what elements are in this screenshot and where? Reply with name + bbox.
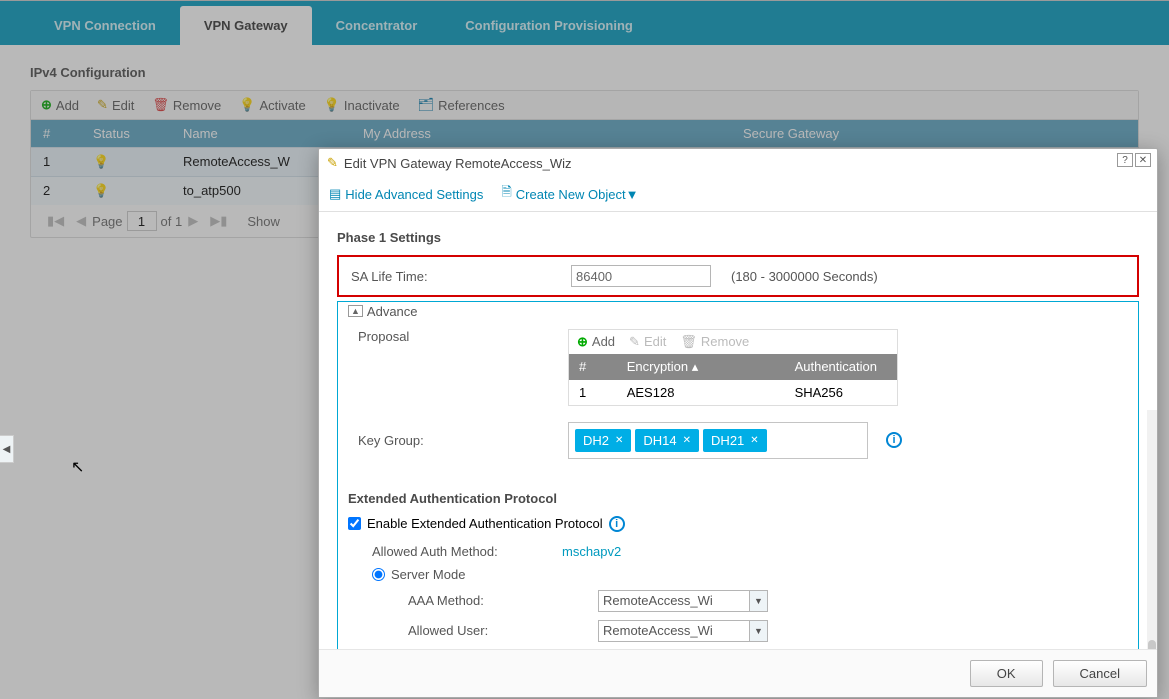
- close-icon[interactable]: ✕: [683, 435, 691, 446]
- create-new-object-link[interactable]: 🗎Create New Object▼: [501, 183, 638, 205]
- help-icon[interactable]: ?: [1117, 153, 1133, 167]
- dh14-tag[interactable]: DH14✕: [635, 429, 699, 452]
- sa-lifetime-input[interactable]: [571, 265, 711, 287]
- allowed-user-select[interactable]: [598, 620, 750, 642]
- eap-header: Extended Authentication Protocol: [348, 491, 1138, 506]
- dh2-tag[interactable]: DH2✕: [575, 429, 631, 452]
- new-icon: 🗎: [501, 183, 511, 205]
- close-icon[interactable]: ✕: [750, 435, 758, 446]
- add-icon: ⊕: [577, 334, 588, 350]
- proposal-edit-button[interactable]: ✎Edit: [629, 334, 666, 350]
- allowed-auth-link[interactable]: mschapv2: [562, 544, 621, 559]
- advance-legend: Advance: [367, 304, 418, 319]
- edit-icon: ✎: [629, 334, 640, 350]
- chevron-down-icon[interactable]: ▼: [750, 590, 768, 612]
- dh21-tag[interactable]: DH21✕: [703, 429, 767, 452]
- cursor-icon: ↖: [71, 457, 84, 477]
- proposal-remove-button[interactable]: 🗑Remove: [680, 334, 749, 350]
- scrollbar[interactable]: [1147, 410, 1157, 649]
- edit-icon: ✎: [327, 155, 338, 171]
- proposal-row[interactable]: 1 AES128 SHA256: [569, 380, 897, 405]
- collapse-caret-icon[interactable]: ▲: [348, 305, 363, 317]
- trash-icon: 🗑: [680, 334, 697, 350]
- sa-lifetime-row: SA Life Time: (180 - 3000000 Seconds): [337, 255, 1139, 297]
- info-icon[interactable]: i: [609, 516, 625, 532]
- close-icon[interactable]: ✕: [615, 435, 623, 446]
- key-group-field[interactable]: DH2✕ DH14✕ DH21✕: [568, 422, 868, 459]
- close-icon[interactable]: ✕: [1135, 153, 1151, 167]
- aaa-method-select[interactable]: [598, 590, 750, 612]
- window-icon: ▤: [329, 186, 341, 202]
- cancel-button[interactable]: Cancel: [1053, 660, 1147, 687]
- enable-eap-checkbox[interactable]: [348, 517, 361, 530]
- proposal-add-button[interactable]: ⊕Add: [577, 334, 615, 350]
- ok-button[interactable]: OK: [970, 660, 1043, 687]
- collapse-handle[interactable]: ◀: [0, 435, 14, 463]
- info-icon[interactable]: i: [886, 432, 902, 448]
- chevron-down-icon[interactable]: ▼: [750, 620, 768, 642]
- dialog-title: Edit VPN Gateway RemoteAccess_Wiz: [344, 156, 572, 171]
- server-mode-radio[interactable]: [372, 568, 385, 581]
- phase1-header: Phase 1 Settings: [337, 230, 1139, 245]
- hide-advanced-link[interactable]: ▤Hide Advanced Settings: [329, 186, 483, 202]
- edit-vpn-gateway-dialog: ✎ Edit VPN Gateway RemoteAccess_Wiz ? ✕ …: [318, 148, 1158, 698]
